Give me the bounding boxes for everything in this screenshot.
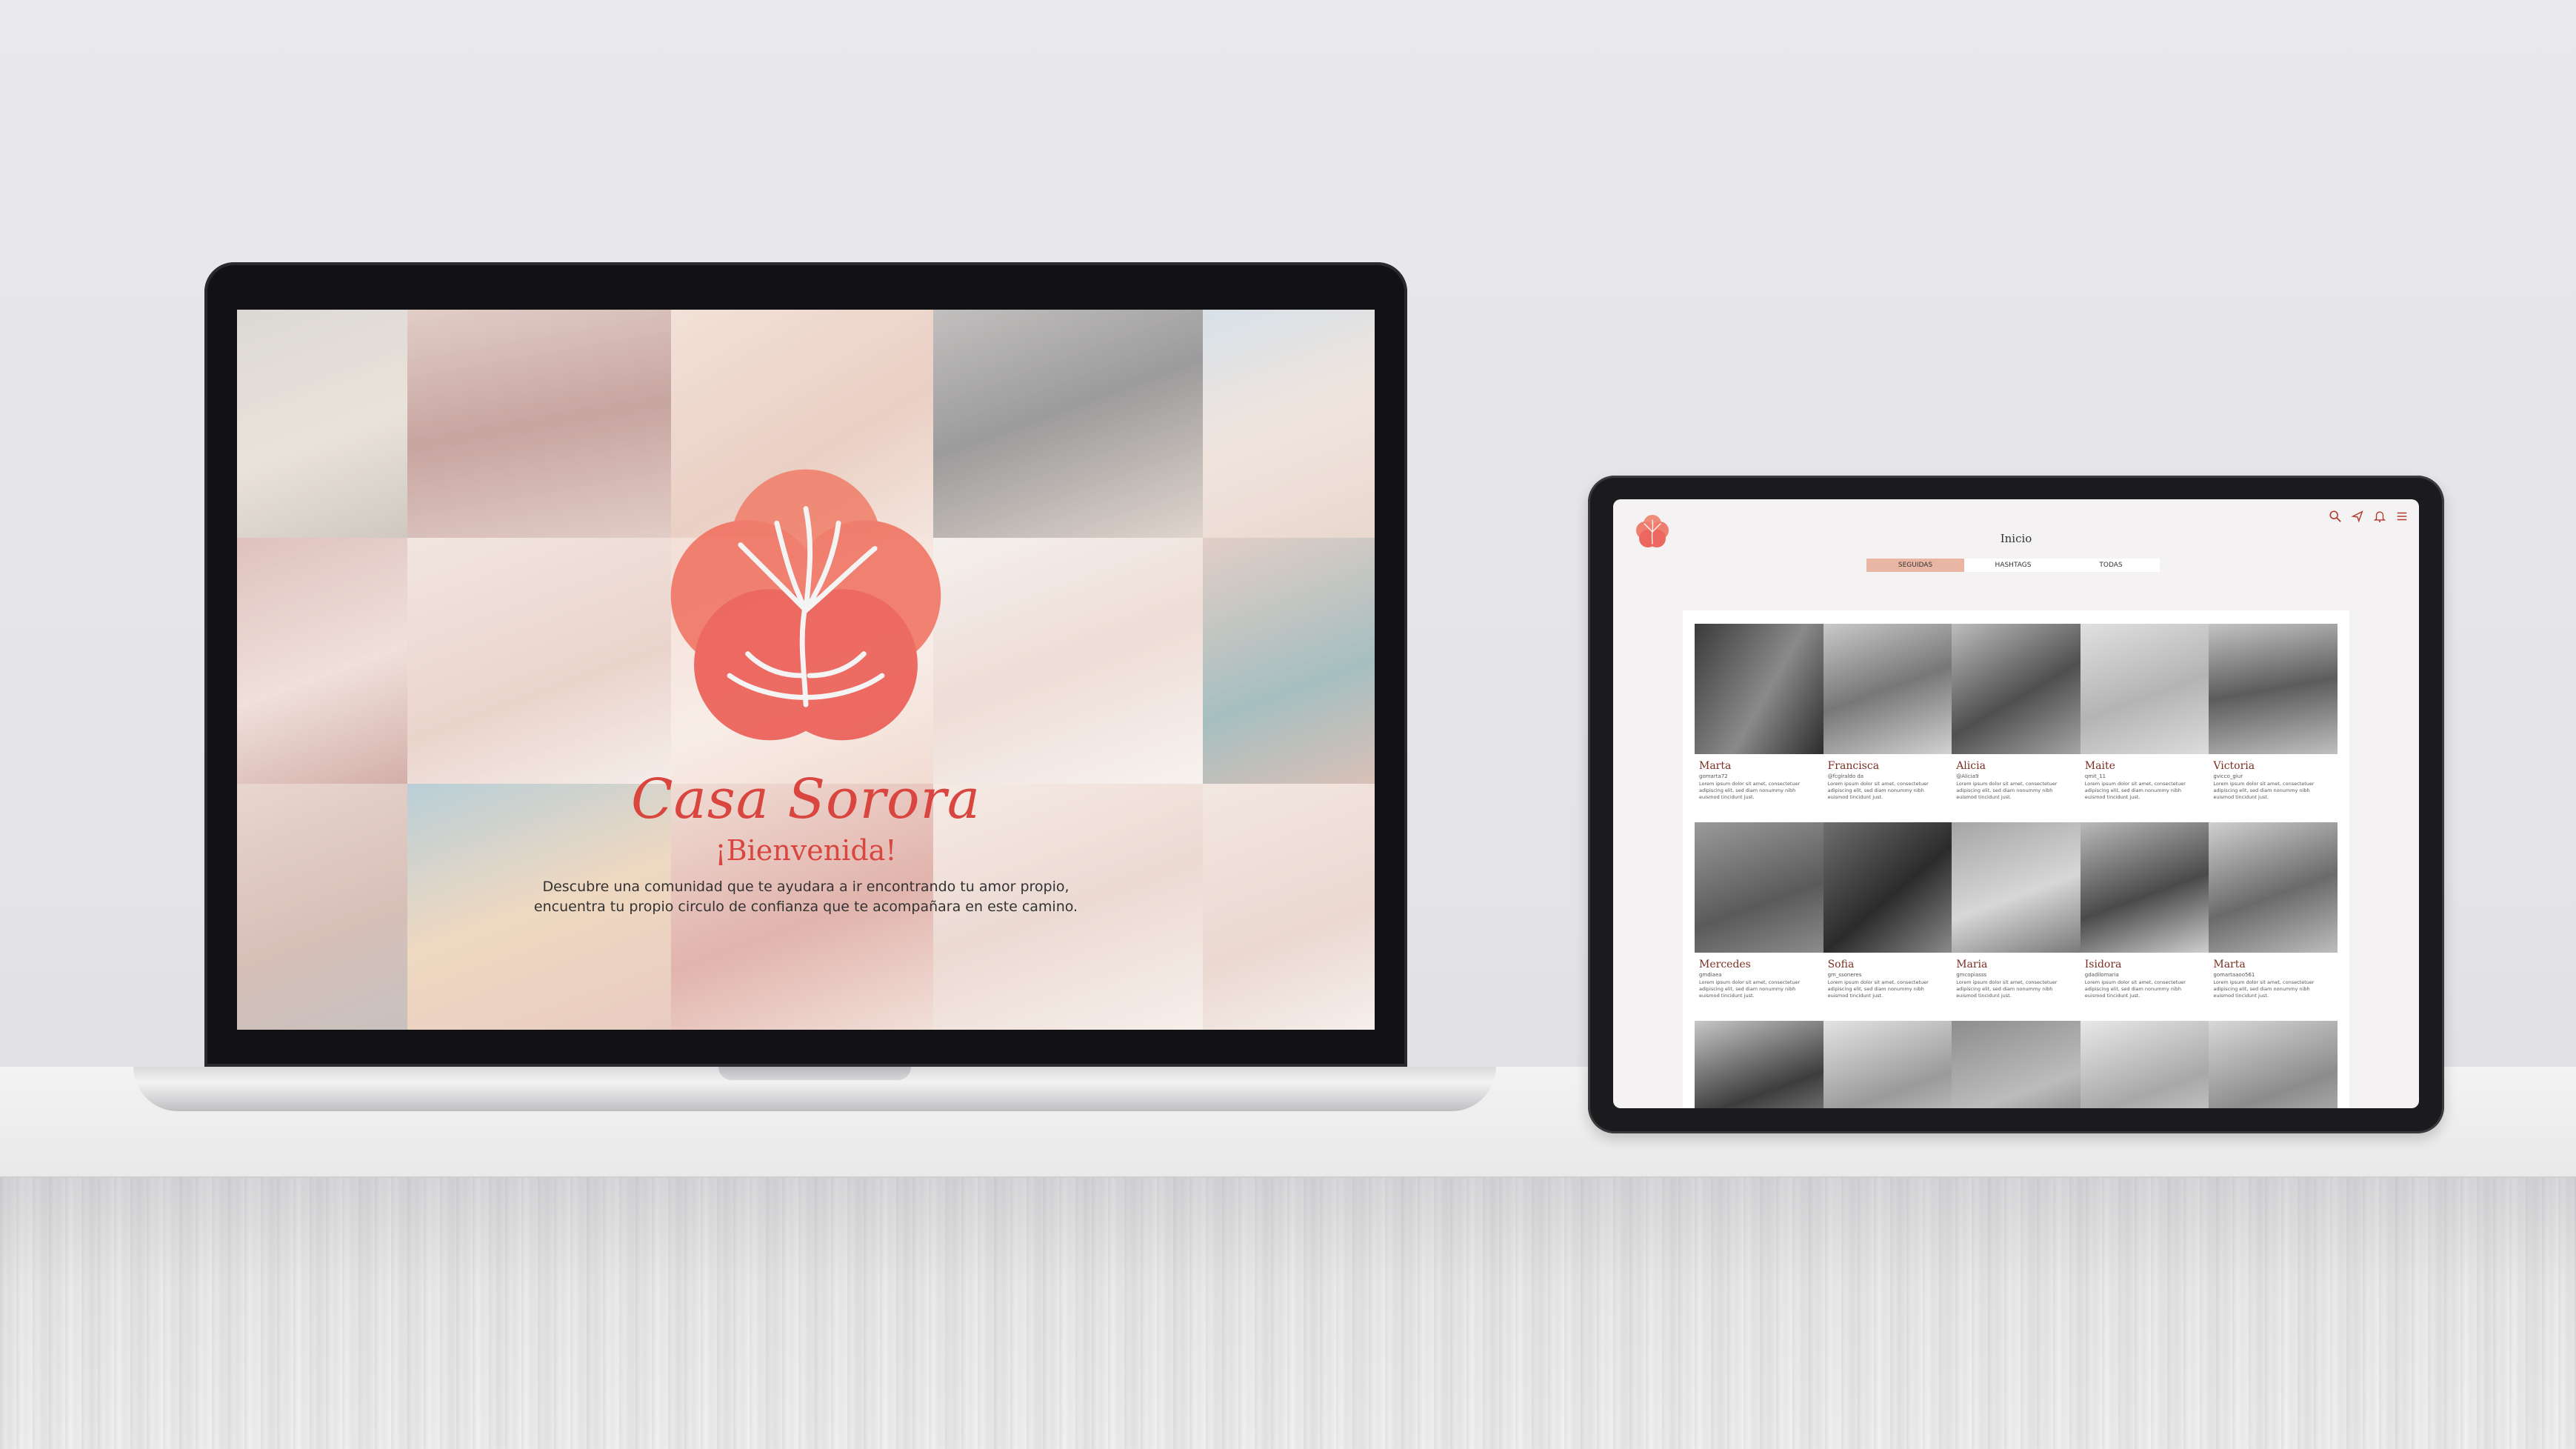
profile-name: Sofia	[1827, 959, 1855, 970]
tab-todas[interactable]: TODAS	[2062, 559, 2160, 572]
description-line: encuentra tu propio circulo de confianza…	[533, 899, 1078, 915]
profile-name: Alicia	[1956, 760, 1986, 772]
profile-photo	[1952, 624, 2081, 754]
description-line: Descubre una comunidad que te ayudara a …	[542, 879, 1070, 895]
profile-text: Lorem ipsum dolor sit amet, consectetuer…	[1699, 979, 1801, 999]
profile-handle: qmit_11	[2084, 773, 2106, 779]
profile-card[interactable]: Maite qmit_11 Lorem ipsum dolor sit amet…	[2080, 624, 2209, 822]
feed-panel: Marta gomarta72 Lorem ipsum dolor sit am…	[1683, 610, 2349, 1108]
profile-name: Mercedes	[1699, 959, 1751, 970]
profile-photo	[1823, 822, 1952, 953]
share-icon[interactable]	[2351, 510, 2364, 523]
profile-card[interactable]: Sofia gm_ssoneres Lorem ipsum dolor sit …	[1823, 822, 1952, 1021]
profile-handle: @Alicia9	[1956, 773, 1979, 779]
profile-card[interactable]: Francisca @fcgiraldo da Lorem ipsum dolo…	[1823, 624, 1952, 822]
page-title: Inicio	[2000, 532, 2032, 545]
profile-photo	[1695, 822, 1823, 953]
profile-photo	[2080, 1021, 2209, 1108]
profile-card[interactable]: Marta gomartaaoo561 Lorem ipsum dolor si…	[2209, 822, 2338, 1021]
welcome-description: Descubre una comunidad que te ayudara a …	[237, 877, 1375, 917]
profile-card[interactable]: Isidora gdadilomaria Lorem ipsum dolor s…	[2080, 822, 2209, 1021]
profile-text: Lorem ipsum dolor sit amet, consectetuer…	[1956, 781, 2058, 800]
profile-handle: gm_ssoneres	[1827, 972, 1862, 978]
menu-icon[interactable]	[2395, 510, 2409, 523]
profile-handle: gmcopiasss	[1956, 972, 1987, 978]
profile-card[interactable]	[1823, 1021, 1952, 1108]
search-icon[interactable]	[2329, 510, 2342, 523]
profile-photo	[1952, 1021, 2081, 1108]
profile-text: Lorem ipsum dolor sit amet, consectetuer…	[2084, 979, 2186, 999]
profile-photo	[2080, 624, 2209, 754]
profile-text: Lorem ipsum dolor sit amet, consectetuer…	[1699, 781, 1801, 800]
profile-name: Marta	[2213, 959, 2246, 970]
tab-hashtags[interactable]: HASHTAGS	[1964, 559, 2062, 572]
profile-text: Lorem ipsum dolor sit amet, consectetuer…	[1956, 979, 2058, 999]
profile-photo	[1952, 822, 2081, 953]
profile-handle: gmdiaea	[1699, 972, 1722, 978]
welcome-heading: ¡Bienvenida!	[715, 834, 897, 867]
profile-photo	[2209, 822, 2338, 953]
profile-text: Lorem ipsum dolor sit amet, consectetuer…	[2213, 979, 2315, 999]
laptop-opening-notch	[718, 1067, 911, 1080]
brand-title: Casa Sorora	[630, 767, 981, 831]
bell-icon[interactable]	[2373, 510, 2386, 523]
profile-card[interactable]	[1695, 1021, 1823, 1108]
profile-name: Isidora	[2084, 959, 2122, 970]
tab-seguidas[interactable]: SEGUIDAS	[1866, 559, 1964, 572]
profile-handle: @fcgiraldo da	[1827, 773, 1864, 779]
profile-photo	[2209, 624, 2338, 754]
profile-text: Lorem ipsum dolor sit amet, consectetuer…	[1827, 781, 1929, 800]
profile-photo	[1695, 1021, 1823, 1108]
header-actions	[2329, 510, 2409, 523]
profile-card[interactable]: Maria gmcopiasss Lorem ipsum dolor sit a…	[1952, 822, 2081, 1021]
profile-photo	[2080, 822, 2209, 953]
profile-photo	[2209, 1021, 2338, 1108]
profile-handle: gvicco_giur	[2213, 773, 2243, 779]
profile-card[interactable]: Mercedes gmdiaea Lorem ipsum dolor sit a…	[1695, 822, 1823, 1021]
profile-card[interactable]	[2080, 1021, 2209, 1108]
marble-table-front	[0, 1178, 2576, 1449]
profile-grid: Marta gomarta72 Lorem ipsum dolor sit am…	[1695, 624, 2338, 1108]
profile-card[interactable]: Alicia @Alicia9 Lorem ipsum dolor sit am…	[1952, 624, 2081, 822]
profile-card[interactable]	[2209, 1021, 2338, 1108]
profile-text: Lorem ipsum dolor sit amet, consectetuer…	[2213, 781, 2315, 800]
laptop-screen: Casa Sorora ¡Bienvenida! Descubre una co…	[237, 310, 1375, 1030]
profile-card[interactable]: Victoria gvicco_giur Lorem ipsum dolor s…	[2209, 624, 2338, 822]
profile-photo	[1695, 624, 1823, 754]
profile-card[interactable]: Marta gomarta72 Lorem ipsum dolor sit am…	[1695, 624, 1823, 822]
profile-name: Francisca	[1827, 760, 1880, 772]
profile-handle: gdadilomaria	[2084, 972, 2119, 978]
casa-sorora-logo	[670, 469, 941, 741]
tablet-screen: Inicio SEGUIDAS HASHTAGS TODAS Marta gom…	[1613, 499, 2419, 1108]
profile-photo	[1823, 1021, 1952, 1108]
profile-handle: gomarta72	[1699, 773, 1728, 779]
profile-name: Marta	[1699, 760, 1732, 772]
profile-card[interactable]	[1952, 1021, 2081, 1108]
profile-name: Victoria	[2213, 760, 2255, 772]
profile-handle: gomartaaoo561	[2213, 972, 2255, 978]
feed-tabs: SEGUIDAS HASHTAGS TODAS	[1866, 559, 2160, 572]
profile-name: Maria	[1956, 959, 1988, 970]
profile-photo	[1823, 624, 1952, 754]
profile-text: Lorem ipsum dolor sit amet, consectetuer…	[1827, 979, 1929, 999]
profile-name: Maite	[2084, 760, 2115, 772]
profile-text: Lorem ipsum dolor sit amet, consectetuer…	[2084, 781, 2186, 800]
